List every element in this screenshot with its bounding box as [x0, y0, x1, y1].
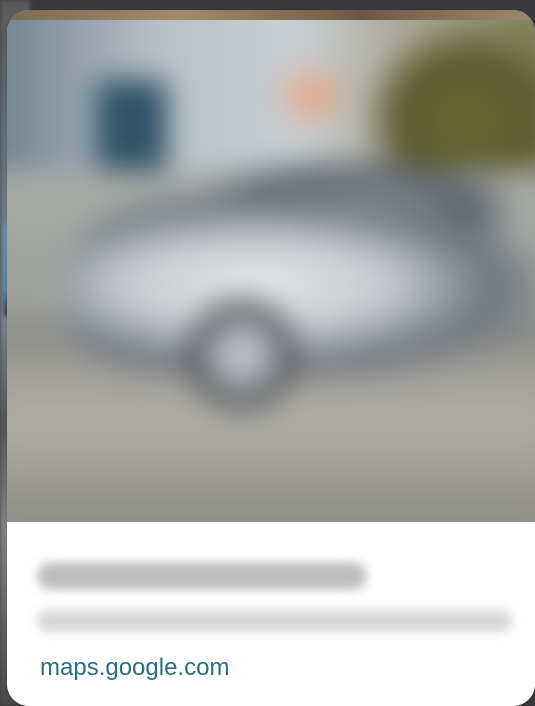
- preview-subtitle-redacted: [37, 610, 512, 632]
- preview-image-top-edge: [7, 10, 535, 20]
- link-preview-card[interactable]: maps.google.com: [7, 10, 535, 706]
- preview-title-redacted: [37, 562, 367, 590]
- preview-image-blur: [7, 10, 535, 522]
- preview-info: maps.google.com: [7, 522, 535, 706]
- preview-link-domain[interactable]: maps.google.com: [40, 654, 229, 682]
- preview-image: [7, 10, 535, 522]
